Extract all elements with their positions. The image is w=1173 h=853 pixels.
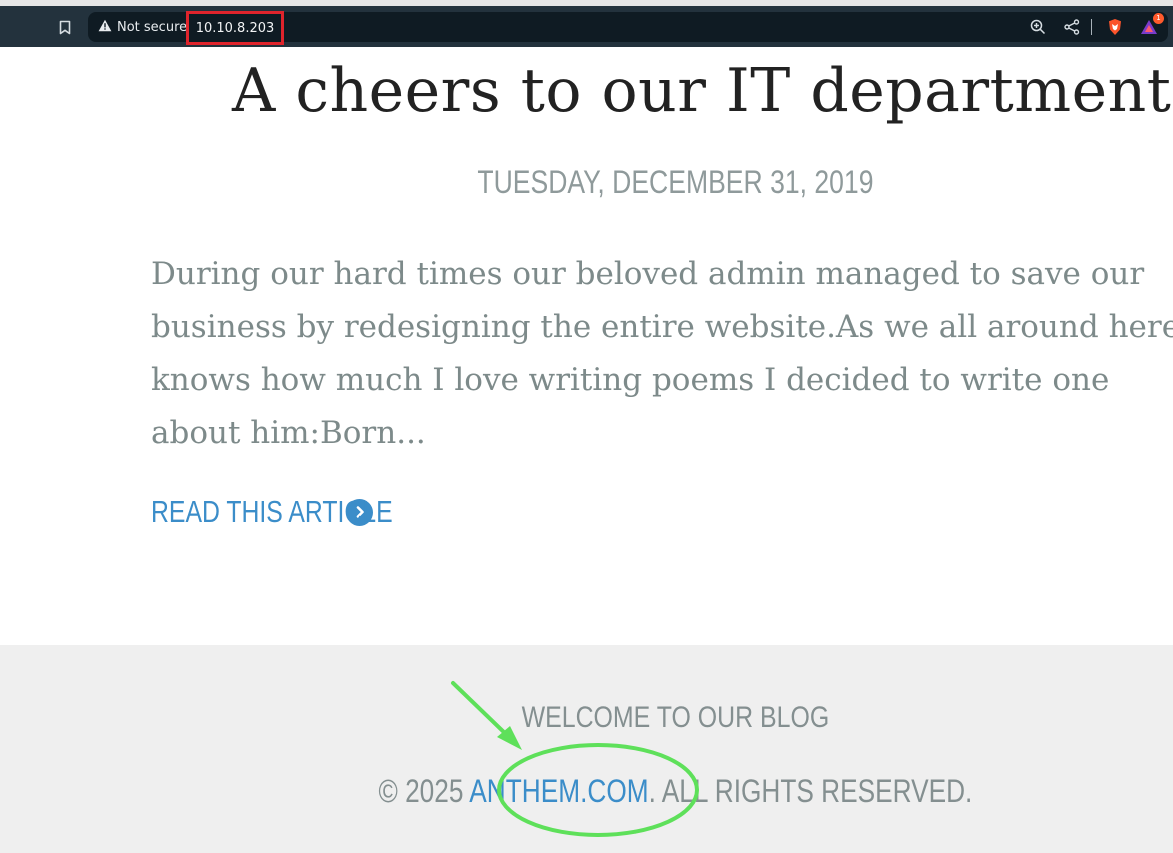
zoom-icon[interactable] xyxy=(1027,16,1049,38)
security-indicator[interactable]: Not secure xyxy=(98,12,187,42)
post-date: TUESDAY, DECEMBER 31, 2019 xyxy=(477,164,874,200)
post-excerpt: During our hard times our beloved admin … xyxy=(151,256,1173,451)
anthem-link[interactable]: ANTHEM.COM xyxy=(469,773,648,809)
security-label: Not secure xyxy=(117,19,188,35)
copyright-prefix: © 2025 xyxy=(378,773,470,809)
warning-icon xyxy=(98,19,112,36)
browser-toolbar: Not secure 10.10.8.203 1 xyxy=(0,6,1173,47)
site-footer: WELCOME TO OUR BLOG © 2025 ANTHEM.COM. A… xyxy=(0,645,1173,853)
url-text[interactable]: 10.10.8.203 xyxy=(186,11,284,45)
read-article-link[interactable]: READ THIS ARTICLE xyxy=(151,494,393,530)
copyright-line: © 2025 ANTHEM.COM. ALL RIGHTS RESERVED. xyxy=(122,773,1173,810)
brave-shield-icon[interactable] xyxy=(1104,16,1126,38)
copyright-suffix: . ALL RIGHTS RESERVED. xyxy=(648,773,973,809)
share-icon[interactable] xyxy=(1061,16,1083,38)
toolbar-divider xyxy=(1091,19,1092,35)
read-article-label: READ THIS ARTICLE xyxy=(151,494,393,529)
address-bar[interactable]: Not secure 10.10.8.203 1 xyxy=(88,11,1168,45)
post-title[interactable]: A cheers to our IT department xyxy=(232,56,1171,126)
notification-badge: 1 xyxy=(1153,13,1164,24)
bookmark-icon[interactable] xyxy=(54,16,76,38)
footer-title: WELCOME TO OUR BLOG xyxy=(521,701,830,734)
brave-rewards-icon[interactable]: 1 xyxy=(1138,13,1164,38)
